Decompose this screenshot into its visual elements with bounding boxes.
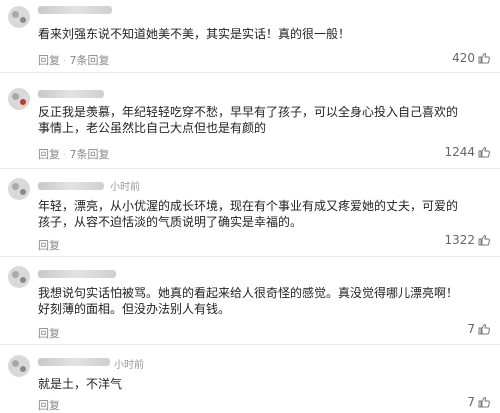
sub-replies-link[interactable]: 7条回复 — [70, 54, 110, 67]
like-button[interactable]: 420 — [452, 51, 490, 65]
sub-replies-link[interactable]: 7条回复 — [70, 148, 110, 161]
like-button[interactable]: 7 — [467, 322, 490, 336]
username-blurred[interactable] — [38, 182, 104, 190]
thumbs-up-icon — [478, 234, 490, 246]
like-button[interactable]: 7 — [467, 395, 490, 409]
comment-time: 小时前 — [110, 182, 140, 193]
like-count: 7 — [467, 395, 475, 409]
username-blurred[interactable] — [38, 358, 110, 366]
divider — [0, 344, 500, 345]
like-count: 7 — [467, 322, 475, 336]
username-blurred[interactable] — [38, 270, 116, 278]
comment-text: 就是土，不洋气 — [38, 377, 123, 391]
comment-text: 反正我是羡慕，年纪轻轻吃穿不愁，早早有了孩子，可以全身心投入自己喜欢的事情上，老… — [38, 105, 459, 135]
comment-text: 看来刘强东说不知道她美不美，其实是实话！真的很一般！ — [38, 27, 351, 41]
divider — [0, 72, 500, 73]
avatar[interactable] — [8, 88, 30, 110]
avatar[interactable] — [8, 178, 30, 200]
like-count: 420 — [452, 51, 475, 65]
avatar[interactable] — [8, 266, 30, 288]
comment-actions: 回复 · 7条回复 — [38, 148, 110, 161]
reply-link[interactable]: 回复 — [38, 239, 60, 252]
thumbs-up-icon — [478, 146, 490, 158]
comment-time: 小时前 — [114, 360, 144, 371]
divider — [0, 168, 500, 169]
comment-text: 年轻，漂亮，从小优渥的成长环境，现在有个事业有成又疼爱她的丈夫，可爱的孩子，从容… — [38, 199, 459, 229]
avatar[interactable] — [8, 6, 30, 28]
comment-text: 我想说句实话怕被骂。她真的看起来给人很奇怪的感觉。真没觉得哪儿漂亮啊！好刻薄的面… — [38, 286, 459, 316]
reply-link[interactable]: 回复 — [38, 54, 60, 67]
comment-actions: 回复 — [38, 325, 60, 341]
thumbs-up-icon — [478, 396, 490, 408]
thumbs-up-icon — [478, 323, 490, 335]
like-button[interactable]: 1322 — [444, 233, 490, 247]
like-count: 1244 — [444, 145, 475, 159]
divider — [0, 256, 500, 257]
thumbs-up-icon — [478, 52, 490, 64]
avatar[interactable] — [8, 355, 30, 377]
like-button[interactable]: 1244 — [444, 145, 490, 159]
comment-actions: 回复 · 7条回复 — [38, 54, 110, 67]
like-count: 1322 — [444, 233, 475, 247]
reply-link[interactable]: 回复 — [38, 327, 60, 340]
reply-link[interactable]: 回复 — [38, 399, 60, 412]
username-blurred[interactable] — [38, 90, 104, 98]
username-blurred[interactable] — [38, 6, 112, 14]
comment-actions: 回复 — [38, 237, 60, 253]
reply-link[interactable]: 回复 — [38, 148, 60, 161]
